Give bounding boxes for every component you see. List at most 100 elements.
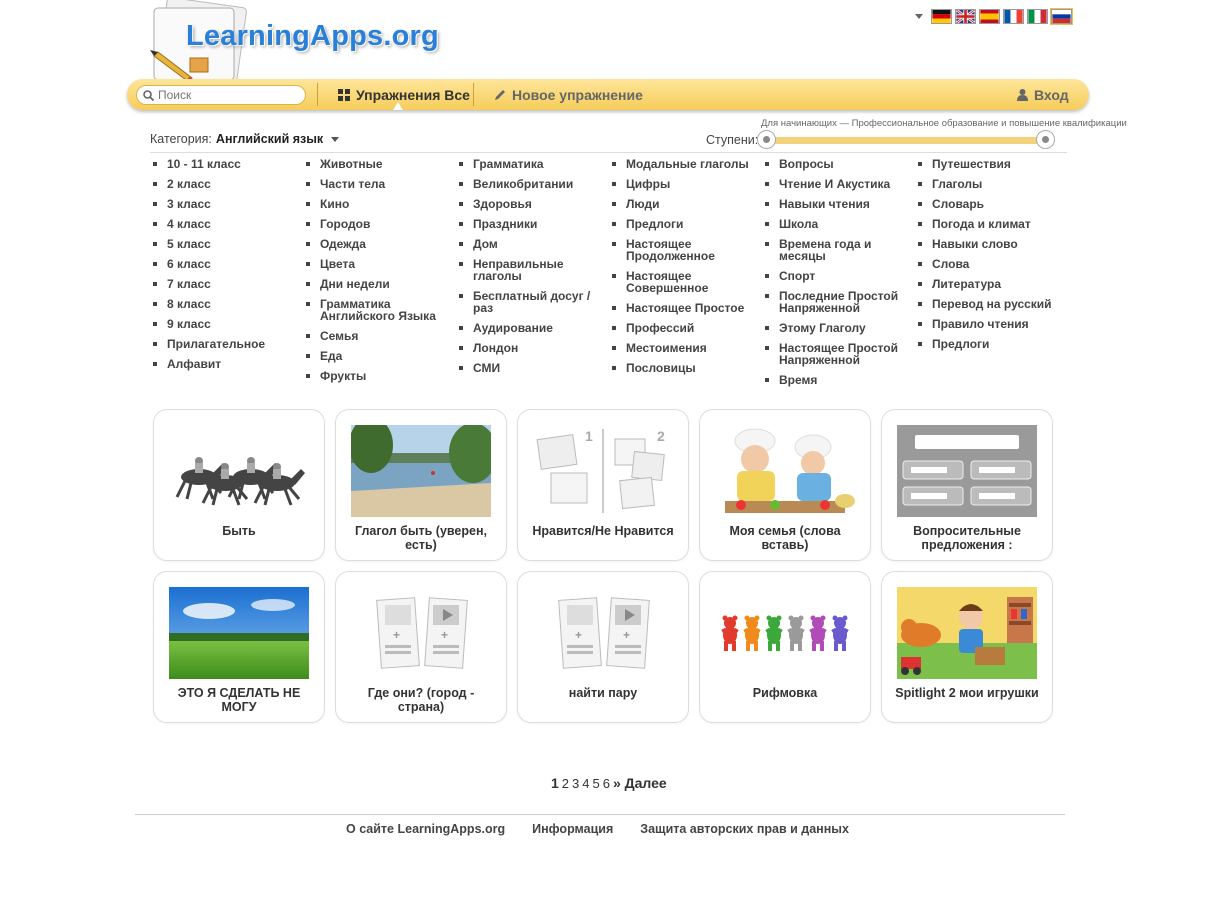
topic-link[interactable]: Семья — [320, 329, 358, 343]
category-value[interactable]: Английский язык — [216, 132, 323, 146]
nav-login[interactable]: Вход — [1017, 79, 1069, 110]
page-link[interactable]: 2 — [562, 776, 569, 791]
topic-link[interactable]: 8 класс — [167, 297, 211, 311]
page-link[interactable]: 3 — [572, 776, 579, 791]
exercise-card[interactable]: Быть — [153, 409, 325, 561]
exercise-card[interactable]: Глагол быть (уверен, есть) — [335, 409, 507, 561]
page-link[interactable]: 5 — [593, 776, 600, 791]
topic-link[interactable]: Навыки чтения — [779, 197, 870, 211]
topic-link[interactable]: Перевод на русский — [932, 297, 1052, 311]
topic-link[interactable]: Пословицы — [626, 361, 696, 375]
flag-spanish-icon[interactable] — [979, 9, 1000, 24]
category-filter[interactable]: Категория: Английский язык — [150, 132, 340, 146]
topic-link[interactable]: Спорт — [779, 269, 815, 283]
site-logo-text[interactable]: LearningApps.org — [186, 20, 439, 53]
topic-link[interactable]: Словарь — [932, 197, 984, 211]
topic-link[interactable]: Части тела — [320, 177, 385, 191]
topic-link[interactable]: Погода и климат — [932, 217, 1031, 231]
topic-link[interactable]: Путешествия — [932, 157, 1011, 171]
topic-link[interactable]: Здоровья — [473, 197, 532, 211]
topic-link[interactable]: Времена года и месяцы — [779, 237, 871, 263]
topic-link[interactable]: Прилагательное — [167, 337, 265, 351]
exercise-card[interactable]: + + найти пару — [517, 571, 689, 723]
topic-link[interactable]: Чтение И Акустика — [779, 177, 890, 191]
flag-german-icon[interactable] — [931, 9, 952, 24]
topic-link[interactable]: Кино — [320, 197, 349, 211]
exercise-card[interactable]: Вопросительные предложения : — [881, 409, 1053, 561]
flag-russian-icon[interactable] — [1051, 9, 1072, 24]
footer-link-about[interactable]: О сайте LearningApps.org — [346, 822, 505, 836]
exercise-card[interactable]: + + Где они? (город - страна) — [335, 571, 507, 723]
topic-link[interactable]: Праздники — [473, 217, 537, 231]
search-box[interactable] — [136, 85, 306, 105]
topic-link[interactable]: 10 - 11 класс — [167, 157, 241, 171]
topic-link[interactable]: Глаголы — [932, 177, 982, 191]
topic-link[interactable]: Навыки слово — [932, 237, 1018, 251]
page-link[interactable]: 6 — [603, 776, 610, 791]
next-page-link[interactable]: » Далее — [613, 775, 667, 791]
exercise-card[interactable]: Spitlight 2 мои игрушки — [881, 571, 1053, 723]
topic-link[interactable]: Настоящее Совершенное — [626, 269, 708, 295]
topic-link[interactable]: Аудирование — [473, 321, 553, 335]
topic-link[interactable]: Предлоги — [626, 217, 683, 231]
page-link[interactable]: 4 — [582, 776, 589, 791]
topic-link[interactable]: Люди — [626, 197, 660, 211]
search-input[interactable] — [158, 88, 298, 102]
exercise-card[interactable]: Моя семья (слова вставь) — [699, 409, 871, 561]
topic-link[interactable]: Цвета — [320, 257, 355, 271]
exercise-card[interactable]: Рифмовка — [699, 571, 871, 723]
level-slider-max-handle[interactable] — [1036, 130, 1055, 149]
topic-link[interactable]: Правило чтения — [932, 317, 1029, 331]
topic-link[interactable]: Бесплатный досуг / раз — [473, 289, 590, 315]
topic-link[interactable]: 6 класс — [167, 257, 211, 271]
language-dropdown-arrow-icon[interactable] — [915, 14, 923, 19]
topic-link[interactable]: Последние Простой Напряженной — [779, 289, 898, 315]
topic-link[interactable]: Настоящее Продолженное — [626, 237, 715, 263]
flag-italian-icon[interactable] — [1027, 9, 1048, 24]
level-slider-min-handle[interactable] — [757, 130, 776, 149]
nav-exercises-all[interactable]: Упражнения Все — [338, 79, 470, 110]
level-slider-track[interactable] — [765, 137, 1046, 144]
topic-link[interactable]: Городов — [320, 217, 370, 231]
topic-link[interactable]: Грамматика Английского Языка — [320, 297, 436, 323]
topic-link[interactable]: Этому Глаголу — [779, 321, 866, 335]
topic-link[interactable]: Еда — [320, 349, 342, 363]
flag-english-icon[interactable] — [955, 9, 976, 24]
topic-link[interactable]: Местоимения — [626, 341, 707, 355]
topic-link[interactable]: Слова — [932, 257, 969, 271]
exercise-card[interactable]: ЭТО Я СДЕЛАТЬ НЕ МОГУ — [153, 571, 325, 723]
topic-link[interactable]: Настоящее Простое — [626, 301, 744, 315]
topic-link[interactable]: 5 класс — [167, 237, 211, 251]
topic-link[interactable]: Вопросы — [779, 157, 834, 171]
topic-link[interactable]: Великобритании — [473, 177, 573, 191]
topic-link[interactable]: 7 класс — [167, 277, 211, 291]
topic-link[interactable]: СМИ — [473, 361, 500, 375]
topic-link[interactable]: Алфавит — [167, 357, 221, 371]
topic-link[interactable]: Неправильные глаголы — [473, 257, 564, 283]
topic-link[interactable]: Профессий — [626, 321, 694, 335]
flag-french-icon[interactable] — [1003, 9, 1024, 24]
footer-link-info[interactable]: Информация — [532, 822, 613, 836]
topic-link[interactable]: Фрукты — [320, 369, 366, 383]
topic-link[interactable]: Лондон — [473, 341, 518, 355]
topic-link[interactable]: Настоящее Простой Напряженной — [779, 341, 898, 367]
topic-link[interactable]: Дни недели — [320, 277, 390, 291]
topic-link[interactable]: Школа — [779, 217, 818, 231]
nav-new-exercise[interactable]: Новое упражнение — [494, 79, 643, 110]
topic-link[interactable]: Модальные глаголы — [626, 157, 749, 171]
footer-link-privacy[interactable]: Защита авторских прав и данных — [640, 822, 849, 836]
topic-link[interactable]: 4 класс — [167, 217, 211, 231]
category-dropdown-icon[interactable] — [331, 136, 340, 142]
topic-link[interactable]: Литература — [932, 277, 1001, 291]
topic-link[interactable]: 2 класс — [167, 177, 211, 191]
topic-link[interactable]: Дом — [473, 237, 498, 251]
topic-link[interactable]: Грамматика — [473, 157, 544, 171]
topic-link[interactable]: Предлоги — [932, 337, 989, 351]
topic-link[interactable]: 3 класс — [167, 197, 211, 211]
topic-link[interactable]: 9 класс — [167, 317, 211, 331]
topic-link[interactable]: Цифры — [626, 177, 670, 191]
topic-link[interactable]: Время — [779, 373, 817, 387]
exercise-card[interactable]: 1 2 Нравится/Не Нравится — [517, 409, 689, 561]
topic-link[interactable]: Одежда — [320, 237, 366, 251]
topic-link[interactable]: Животные — [320, 157, 383, 171]
